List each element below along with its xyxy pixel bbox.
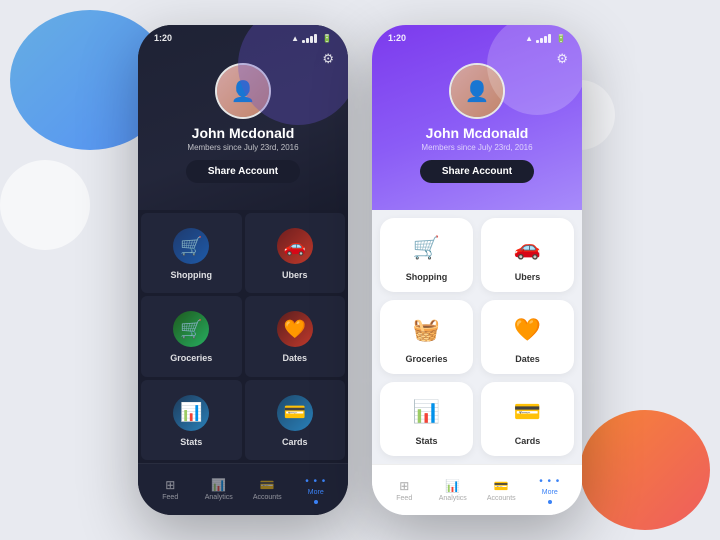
light-grid-dates[interactable]: 🧡 Dates (481, 300, 574, 374)
dark-dates-label: Dates (282, 353, 307, 363)
light-settings-icon[interactable]: ⚙ (556, 51, 568, 67)
light-share-button[interactable]: Share Account (420, 160, 534, 183)
dark-status-icons: ▲ 🔋 (291, 34, 332, 43)
analytics-icon: 📊 (211, 478, 226, 492)
accounts-icon: 💳 (260, 478, 275, 492)
light-status-bar: 1:20 ▲ 🔋 (372, 33, 582, 43)
dark-nav-feed[interactable]: ⊞ Feed (146, 478, 195, 501)
dark-nav-feed-label: Feed (162, 494, 178, 501)
light-nav-analytics-label: Analytics (439, 495, 467, 502)
light-cards-label: Cards (515, 436, 541, 446)
dark-nav-more[interactable]: • • • More (292, 476, 341, 504)
dark-nav-accounts-label: Accounts (253, 494, 282, 501)
dark-avatar: 👤 (215, 63, 271, 119)
light-nav-more[interactable]: • • • More (526, 476, 575, 504)
light-groceries-label: Groceries (405, 354, 447, 364)
light-status-icons: ▲ 🔋 (525, 34, 566, 43)
light-nav-accounts[interactable]: 💳 Accounts (477, 479, 526, 502)
light-phone-body: 🛒 Shopping 🚗 Ubers 🧺 Groceries 🧡 Dates (372, 210, 582, 515)
dark-bottom-nav: ⊞ Feed 📊 Analytics 💳 Accounts • • • More (138, 463, 348, 515)
light-shopping-icon: 🛒 (409, 230, 445, 266)
dark-grid-shopping[interactable]: 🛒 Shopping (141, 213, 242, 293)
light-dates-label: Dates (515, 354, 540, 364)
light-ubers-label: Ubers (515, 272, 541, 282)
dark-settings-icon[interactable]: ⚙ (322, 51, 334, 67)
dark-stats-label: Stats (180, 437, 202, 447)
light-grid-shopping[interactable]: 🛒 Shopping (380, 218, 473, 292)
light-user-since: Members since July 23rd, 2016 (421, 143, 532, 152)
light-grid-ubers[interactable]: 🚗 Ubers (481, 218, 574, 292)
light-accounts-icon: 💳 (494, 479, 509, 493)
dark-status-bar: 1:20 ▲ 🔋 (138, 33, 348, 43)
light-signal-icon (536, 34, 551, 43)
light-shopping-label: Shopping (406, 272, 448, 282)
light-nav-more-label: More (542, 489, 558, 496)
dark-status-time: 1:20 (154, 33, 172, 43)
dark-share-button[interactable]: Share Account (186, 160, 300, 183)
light-phone-header: 1:20 ▲ 🔋 ⚙ 👤 John Mcdonald Members sinc (372, 25, 582, 210)
light-grid-groceries[interactable]: 🧺 Groceries (380, 300, 473, 374)
dates-icon: 🧡 (277, 311, 313, 347)
dark-nav-accounts[interactable]: 💳 Accounts (243, 478, 292, 501)
dark-cards-label: Cards (282, 437, 308, 447)
dark-grid-ubers[interactable]: 🚗 Ubers (245, 213, 346, 293)
light-grid-cards[interactable]: 💳 Cards (481, 382, 574, 456)
dark-grid-groceries[interactable]: 🛒 Groceries (141, 296, 242, 376)
light-avatar: 👤 (449, 63, 505, 119)
dark-nav-analytics-label: Analytics (205, 494, 233, 501)
light-feed-icon: ⊞ (399, 479, 409, 493)
stats-icon: 📊 (173, 395, 209, 431)
light-analytics-icon: 📊 (445, 479, 460, 493)
dark-nav-more-label: More (308, 489, 324, 496)
light-nav-accounts-label: Accounts (487, 495, 516, 502)
light-status-time: 1:20 (388, 33, 406, 43)
light-nav-feed-label: Feed (396, 495, 412, 502)
light-groceries-icon: 🧺 (409, 312, 445, 348)
dark-grid-dates[interactable]: 🧡 Dates (245, 296, 346, 376)
light-nav-feed[interactable]: ⊞ Feed (380, 479, 429, 502)
light-user-name: John Mcdonald (426, 125, 529, 141)
light-grid: 🛒 Shopping 🚗 Ubers 🧺 Groceries 🧡 Dates (372, 210, 582, 464)
groceries-icon: 🛒 (173, 311, 209, 347)
dark-groceries-label: Groceries (170, 353, 212, 363)
dark-grid: 🛒 Shopping 🚗 Ubers 🛒 Groceries 🧡 Dates (138, 210, 348, 463)
dark-grid-cards[interactable]: 💳 Cards (245, 380, 346, 460)
dark-user-since: Members since July 23rd, 2016 (187, 143, 298, 152)
dark-grid-stats[interactable]: 📊 Stats (141, 380, 242, 460)
dark-nav-analytics[interactable]: 📊 Analytics (195, 478, 244, 501)
light-stats-label: Stats (415, 436, 437, 446)
bg-blob-white-left (0, 160, 90, 250)
feed-icon: ⊞ (165, 478, 175, 492)
cards-icon: 💳 (277, 395, 313, 431)
phones-container: 1:20 ▲ 🔋 ⚙ 👤 John Mcdonald Members sinc (138, 25, 582, 515)
light-stats-icon: 📊 (409, 394, 445, 430)
light-nav-analytics[interactable]: 📊 Analytics (429, 479, 478, 502)
light-bottom-nav: ⊞ Feed 📊 Analytics 💳 Accounts • • • More (372, 464, 582, 515)
light-ubers-icon: 🚗 (510, 230, 546, 266)
dark-ubers-label: Ubers (282, 270, 308, 280)
bg-blob-orange (580, 410, 710, 530)
light-nav-more-dot (548, 500, 552, 504)
signal-icon (302, 34, 317, 43)
light-cards-icon: 💳 (510, 394, 546, 430)
dark-phone-body: 🛒 Shopping 🚗 Ubers 🛒 Groceries 🧡 Dates (138, 210, 348, 515)
phone-dark: 1:20 ▲ 🔋 ⚙ 👤 John Mcdonald Members sinc (138, 25, 348, 515)
dark-shopping-label: Shopping (171, 270, 213, 280)
phone-light: 1:20 ▲ 🔋 ⚙ 👤 John Mcdonald Members sinc (372, 25, 582, 515)
light-more-icon: • • • (539, 476, 560, 487)
shopping-icon: 🛒 (173, 228, 209, 264)
dark-phone-header: 1:20 ▲ 🔋 ⚙ 👤 John Mcdonald Members sinc (138, 25, 348, 210)
ubers-icon: 🚗 (277, 228, 313, 264)
light-dates-icon: 🧡 (510, 312, 546, 348)
dark-nav-more-dot (314, 500, 318, 504)
more-icon: • • • (305, 476, 326, 487)
dark-user-name: John Mcdonald (192, 125, 295, 141)
light-grid-stats[interactable]: 📊 Stats (380, 382, 473, 456)
